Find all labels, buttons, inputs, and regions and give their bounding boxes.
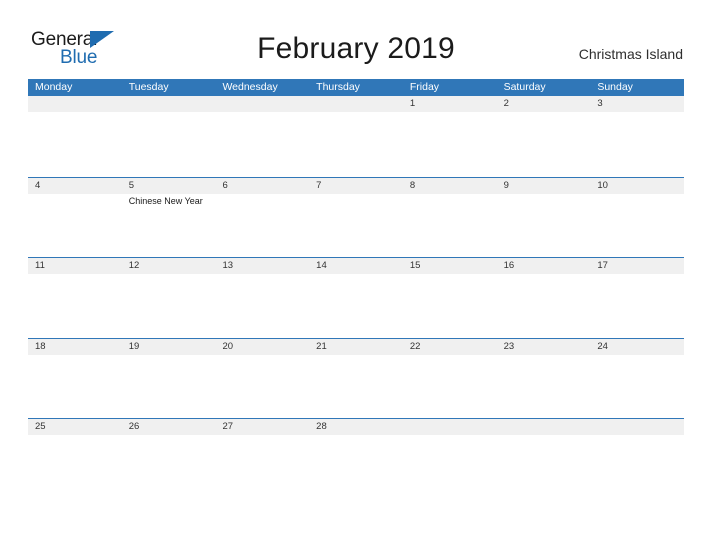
day-cell-body[interactable] — [590, 274, 684, 338]
day-cell-body[interactable] — [497, 274, 591, 338]
date-band: 11 12 13 14 15 16 17 — [28, 257, 684, 274]
day-number[interactable]: 8 — [403, 178, 497, 194]
day-number[interactable]: 26 — [122, 419, 216, 435]
day-number[interactable]: 25 — [28, 419, 122, 435]
day-number[interactable]: 9 — [497, 178, 591, 194]
day-cell-body[interactable] — [590, 112, 684, 176]
week-row: 11 12 13 14 15 16 17 — [28, 257, 684, 338]
day-number[interactable]: 24 — [590, 339, 684, 355]
calendar-grid: Monday Tuesday Wednesday Thursday Friday… — [28, 79, 684, 499]
day-cell-body[interactable] — [590, 355, 684, 419]
events-row — [28, 274, 684, 338]
weekday-sunday: Sunday — [597, 81, 633, 93]
day-number[interactable]: 15 — [403, 258, 497, 274]
day-number[interactable]: 5 — [122, 178, 216, 194]
day-cell-body[interactable] — [403, 355, 497, 419]
day-cell-body[interactable] — [28, 435, 122, 499]
weekday-header-row: Monday Tuesday Wednesday Thursday Friday… — [28, 79, 684, 96]
page-header: General Blue February 2019 Christmas Isl… — [0, 0, 712, 78]
day-cell-body[interactable] — [497, 194, 591, 258]
weekday-wednesday: Wednesday — [222, 81, 278, 93]
week-row: 25 26 27 28 — [28, 418, 684, 499]
day-number[interactable]: 10 — [590, 178, 684, 194]
day-number[interactable] — [215, 96, 309, 112]
day-cell-body[interactable] — [309, 112, 403, 176]
day-number[interactable]: 3 — [590, 96, 684, 112]
day-cell-body[interactable] — [28, 194, 122, 258]
day-number[interactable]: 6 — [215, 178, 309, 194]
day-cell-body[interactable] — [309, 274, 403, 338]
day-cell-body[interactable] — [28, 274, 122, 338]
day-cell-body[interactable] — [309, 194, 403, 258]
day-cell-body[interactable] — [215, 112, 309, 176]
day-number[interactable]: 20 — [215, 339, 309, 355]
day-cell-body[interactable] — [497, 112, 591, 176]
day-number[interactable] — [403, 419, 497, 435]
day-cell-body[interactable] — [403, 194, 497, 258]
day-number[interactable]: 1 — [403, 96, 497, 112]
day-number[interactable]: 22 — [403, 339, 497, 355]
day-cell-body[interactable] — [497, 435, 591, 499]
day-cell-body[interactable] — [403, 112, 497, 176]
day-number[interactable]: 27 — [215, 419, 309, 435]
day-cell-body[interactable] — [590, 194, 684, 258]
weekday-monday: Monday — [35, 81, 73, 93]
events-row: Chinese New Year — [28, 194, 684, 258]
date-band: 4 5 6 7 8 9 10 — [28, 176, 684, 194]
day-number[interactable]: 23 — [497, 339, 591, 355]
event-label: Chinese New Year — [128, 195, 203, 206]
day-number[interactable]: 17 — [590, 258, 684, 274]
date-band: 18 19 20 21 22 23 24 — [28, 337, 684, 355]
week-row: 18 19 20 21 22 23 24 — [28, 337, 684, 419]
day-cell-body[interactable] — [122, 112, 216, 176]
day-cell-body[interactable] — [403, 274, 497, 338]
day-cell-body[interactable] — [590, 435, 684, 499]
region-label: Christmas Island — [578, 46, 683, 62]
day-number[interactable]: 2 — [497, 96, 591, 112]
day-number[interactable]: 12 — [122, 258, 216, 274]
day-number[interactable]: 4 — [28, 178, 122, 194]
day-number[interactable]: 13 — [215, 258, 309, 274]
week-row: 1 2 3 — [28, 96, 684, 177]
day-cell-body[interactable] — [28, 112, 122, 176]
day-cell-body[interactable] — [215, 355, 309, 419]
weekday-thursday: Thursday — [316, 81, 360, 93]
day-number[interactable] — [497, 419, 591, 435]
events-row — [28, 435, 684, 499]
day-number[interactable] — [122, 96, 216, 112]
weekday-saturday: Saturday — [503, 81, 546, 93]
day-cell-body[interactable] — [309, 355, 403, 419]
day-cell-body[interactable] — [309, 435, 403, 499]
day-cell-body[interactable] — [122, 355, 216, 419]
day-cell-body[interactable] — [215, 435, 309, 499]
events-row — [28, 355, 684, 419]
day-cell-body[interactable] — [403, 435, 497, 499]
week-row: 4 5 6 7 8 9 10 Chinese New Year — [28, 176, 684, 258]
day-number[interactable]: 7 — [309, 178, 403, 194]
day-number[interactable]: 18 — [28, 339, 122, 355]
day-number[interactable]: 28 — [309, 419, 403, 435]
day-number[interactable] — [590, 419, 684, 435]
day-cell-body[interactable] — [497, 355, 591, 419]
day-cell-body[interactable] — [122, 435, 216, 499]
date-band: 1 2 3 — [28, 96, 684, 112]
weekday-friday: Friday — [409, 81, 440, 93]
day-cell-body[interactable]: Chinese New Year — [122, 194, 216, 258]
day-number[interactable]: 14 — [309, 258, 403, 274]
day-number[interactable]: 19 — [122, 339, 216, 355]
day-number[interactable] — [28, 96, 122, 112]
day-cell-body[interactable] — [122, 274, 216, 338]
day-number[interactable] — [309, 96, 403, 112]
day-number[interactable]: 11 — [28, 258, 122, 274]
day-cell-body[interactable] — [215, 274, 309, 338]
date-band: 25 26 27 28 — [28, 418, 684, 435]
events-row — [28, 112, 684, 176]
day-cell-body[interactable] — [215, 194, 309, 258]
calendar-page: General Blue February 2019 Christmas Isl… — [0, 0, 712, 550]
day-cell-body[interactable] — [28, 355, 122, 419]
weekday-tuesday: Tuesday — [128, 81, 169, 93]
day-number[interactable]: 21 — [309, 339, 403, 355]
day-number[interactable]: 16 — [497, 258, 591, 274]
